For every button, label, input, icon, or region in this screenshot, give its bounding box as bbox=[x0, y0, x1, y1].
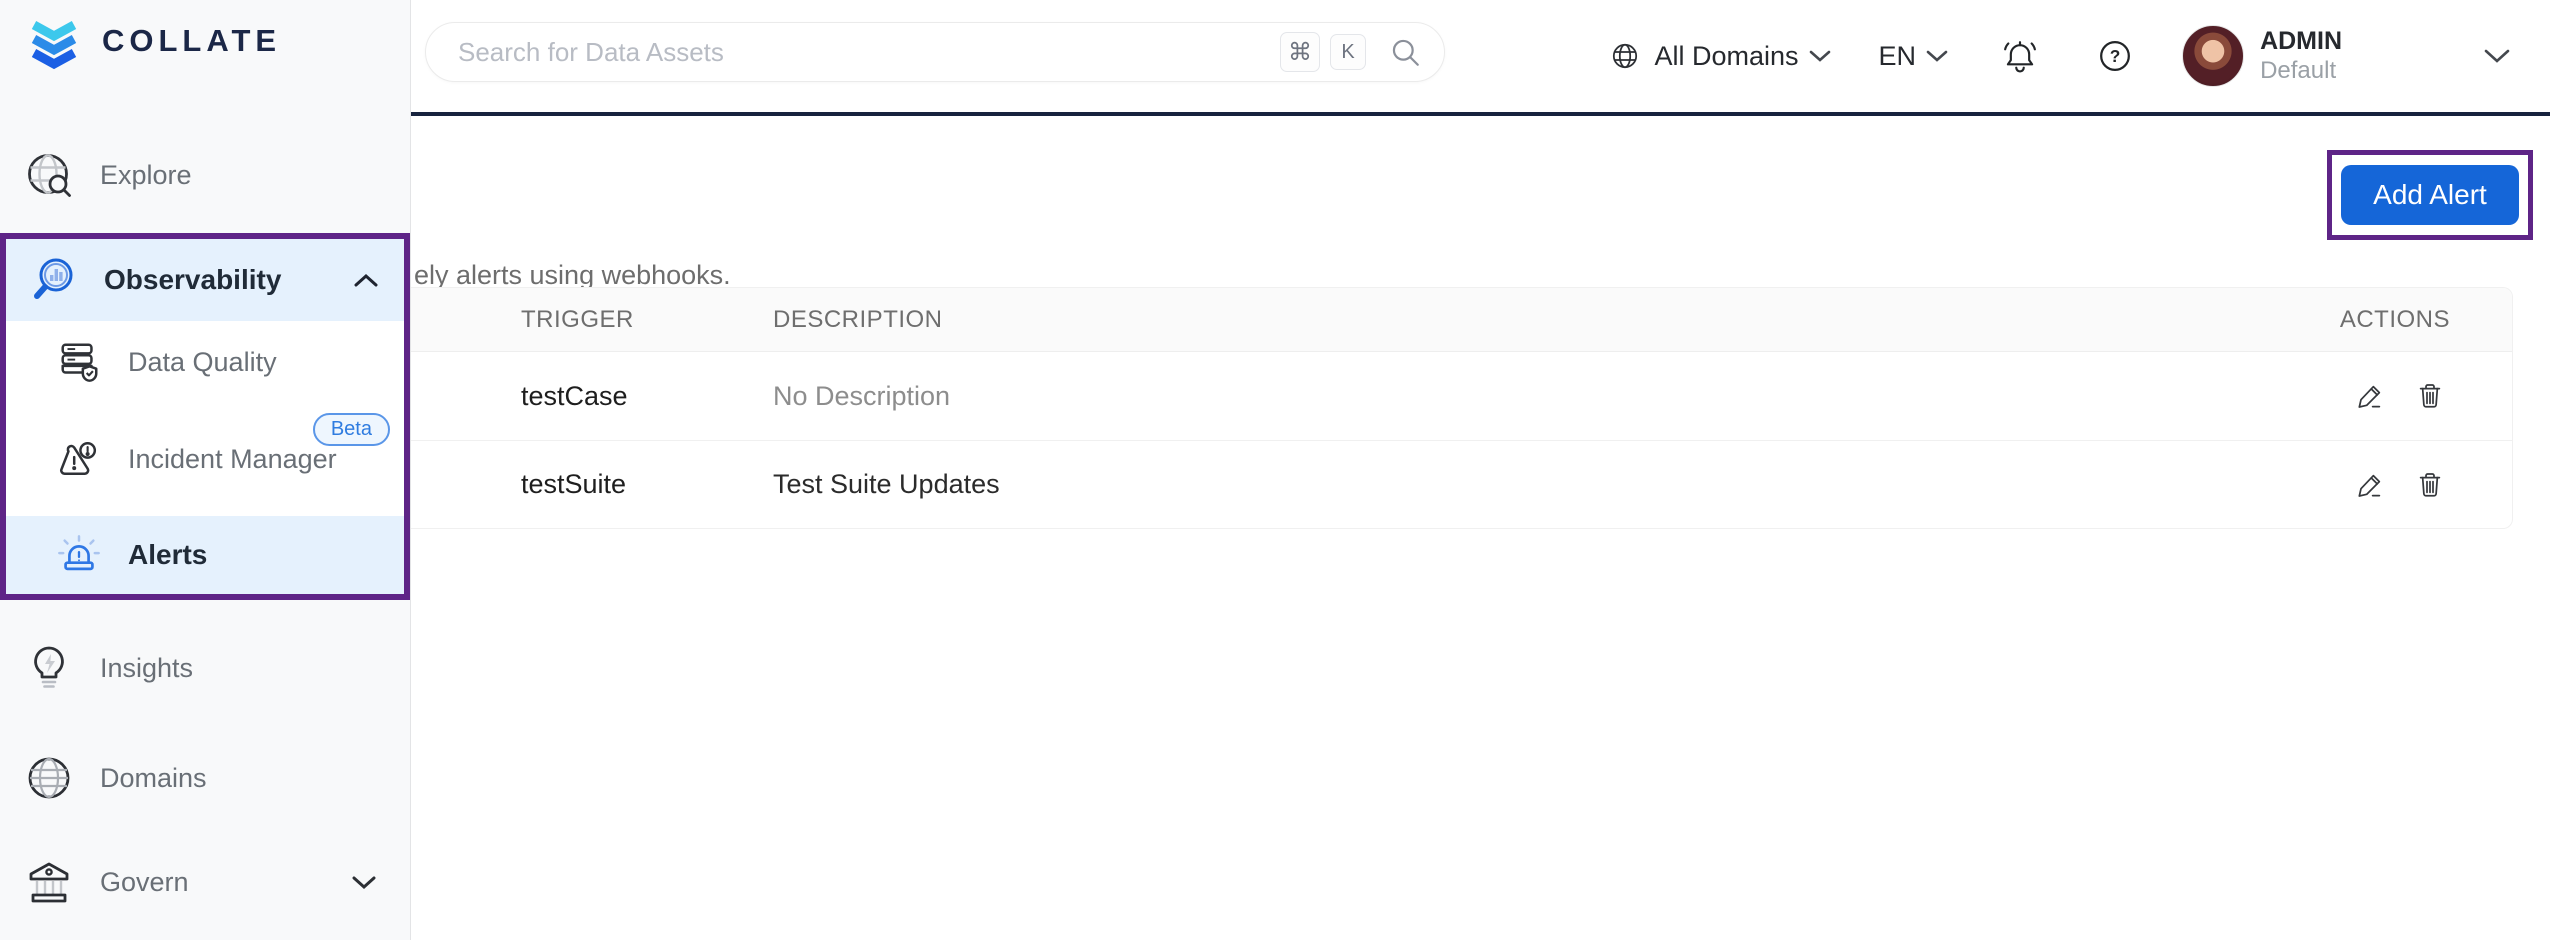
k-key-icon: K bbox=[1330, 34, 1366, 70]
chevron-down-icon bbox=[1809, 49, 1831, 63]
annotation-box-add-alert: Add Alert bbox=[2327, 150, 2533, 240]
collate-logo-icon bbox=[22, 12, 86, 70]
header-right-controls: All Domains EN bbox=[1609, 0, 2550, 112]
table-row[interactable]: testCase No Description bbox=[411, 352, 2512, 440]
brand-name: COLLATE bbox=[102, 23, 281, 59]
domains-icon bbox=[24, 753, 74, 803]
search-input[interactable] bbox=[458, 37, 1270, 68]
observability-icon bbox=[28, 255, 78, 305]
notifications-bell-icon[interactable] bbox=[2000, 35, 2040, 77]
column-header-trigger: TRIGGER bbox=[411, 306, 773, 334]
user-team: Default bbox=[2260, 56, 2342, 86]
search-icon[interactable] bbox=[1388, 35, 1422, 69]
data-quality-icon bbox=[56, 339, 102, 385]
user-name: ADMIN bbox=[2260, 26, 2342, 56]
chevron-down-icon bbox=[1926, 49, 1948, 63]
table-header: TRIGGER DESCRIPTION ACTIONS bbox=[411, 288, 2512, 352]
command-key-icon: ⌘ bbox=[1280, 32, 1320, 72]
language-label: EN bbox=[1879, 41, 1917, 72]
trigger-cell: testSuite bbox=[411, 469, 773, 500]
global-search-bar[interactable]: ⌘ K bbox=[425, 22, 1445, 82]
sidebar-item-label: Govern bbox=[100, 867, 189, 898]
trigger-cell: testCase bbox=[411, 381, 773, 412]
alerts-icon bbox=[56, 532, 102, 578]
delete-icon[interactable] bbox=[2414, 380, 2446, 412]
incident-manager-icon bbox=[56, 437, 102, 483]
domain-selector[interactable]: All Domains bbox=[1609, 40, 1831, 72]
edit-icon[interactable] bbox=[2354, 469, 2386, 501]
sidebar-item-label: Observability bbox=[104, 264, 281, 296]
sidebar-item-insights[interactable]: Insights bbox=[0, 628, 410, 708]
sidebar-item-label: Alerts bbox=[128, 539, 207, 571]
insights-icon bbox=[24, 643, 74, 693]
collate-logo[interactable]: COLLATE bbox=[22, 12, 281, 70]
chevron-down-icon[interactable] bbox=[352, 875, 376, 890]
svg-text:?: ? bbox=[2110, 46, 2121, 66]
user-info[interactable]: ADMIN Default bbox=[2260, 26, 2342, 86]
description-cell: Test Suite Updates bbox=[773, 469, 2232, 500]
user-avatar[interactable] bbox=[2182, 25, 2244, 87]
sidebar: COLLATE Explore bbox=[0, 0, 411, 940]
delete-icon[interactable] bbox=[2414, 469, 2446, 501]
globe-icon bbox=[1609, 40, 1641, 72]
description-cell: No Description bbox=[773, 381, 2232, 412]
sidebar-item-label: Incident Manager bbox=[128, 444, 337, 475]
user-menu-chevron-icon[interactable] bbox=[2484, 48, 2510, 64]
sidebar-item-label: Domains bbox=[100, 763, 207, 794]
sidebar-item-govern[interactable]: Govern bbox=[0, 842, 410, 922]
sidebar-item-observability[interactable]: Observability bbox=[6, 239, 404, 321]
add-alert-button[interactable]: Add Alert bbox=[2341, 165, 2519, 225]
annotation-box-observability: Observability Dat bbox=[0, 233, 410, 600]
all-domains-label: All Domains bbox=[1655, 41, 1799, 72]
alerts-table: TRIGGER DESCRIPTION ACTIONS testCase No … bbox=[411, 287, 2513, 529]
sidebar-item-data-quality[interactable]: Data Quality bbox=[6, 321, 404, 403]
table-row[interactable]: testSuite Test Suite Updates bbox=[411, 440, 2512, 528]
sidebar-item-domains[interactable]: Domains bbox=[0, 738, 410, 818]
actions-cell bbox=[2232, 380, 2512, 412]
column-header-actions: ACTIONS bbox=[2232, 306, 2512, 334]
chevron-up-icon[interactable] bbox=[354, 273, 378, 288]
beta-badge: Beta bbox=[313, 413, 390, 446]
sidebar-item-label: Explore bbox=[100, 160, 192, 191]
sidebar-item-alerts[interactable]: Alerts bbox=[6, 516, 404, 594]
help-icon[interactable]: ? bbox=[2096, 37, 2134, 75]
explore-icon bbox=[24, 150, 74, 200]
actions-cell bbox=[2232, 469, 2512, 501]
edit-icon[interactable] bbox=[2354, 380, 2386, 412]
sidebar-item-incident-manager[interactable]: Beta Incident Manager bbox=[6, 403, 404, 516]
app-window: ⌘ K All Domains bbox=[0, 0, 2550, 940]
column-header-description: DESCRIPTION bbox=[773, 306, 2232, 334]
sidebar-item-explore[interactable]: Explore bbox=[0, 135, 410, 215]
sidebar-item-label: Insights bbox=[100, 653, 193, 684]
govern-icon bbox=[24, 857, 74, 907]
language-selector[interactable]: EN bbox=[1879, 41, 1949, 72]
sidebar-item-label: Data Quality bbox=[128, 347, 277, 378]
